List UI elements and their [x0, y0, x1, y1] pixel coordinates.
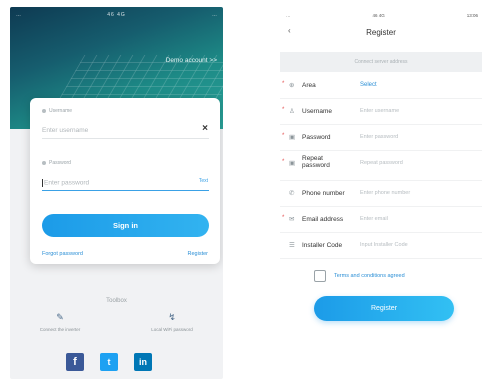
form-row-email[interactable]: * ✉ Email address Enter email	[280, 207, 482, 233]
tool-label: Local WiFi password	[151, 327, 193, 332]
username-input[interactable]: Enter username	[42, 125, 209, 139]
page-title: Register	[366, 28, 396, 37]
tool-connect-inverter[interactable]: ✎ Connect the inverter	[20, 312, 100, 332]
phone-icon: ✆	[289, 190, 295, 197]
toolbox-title: Toolbox	[106, 298, 127, 304]
row-label: Username	[302, 108, 332, 115]
lock-icon	[42, 161, 46, 165]
signal-indicator: 46 4G	[107, 12, 126, 18]
signal-indicator: 46 4G	[372, 12, 385, 18]
status-left: …	[16, 12, 21, 18]
lock-icon: ▣	[289, 134, 296, 141]
user-icon	[42, 109, 46, 113]
status-clock: 13:06	[466, 12, 478, 18]
top-bar: ‹ Register	[280, 24, 482, 42]
row-label: Installer Code	[302, 242, 343, 249]
connect-icon: ✎	[56, 312, 64, 322]
row-label: Area	[302, 82, 316, 89]
username-field[interactable]: Enter username	[360, 108, 399, 114]
register-button[interactable]: Register	[314, 296, 454, 321]
form-row-username[interactable]: * ♙ Username Enter username	[280, 99, 482, 125]
required-marker: *	[282, 133, 285, 139]
status-left: …	[286, 12, 291, 18]
form-row-area[interactable]: * ⊕ Area Select	[280, 73, 482, 99]
globe-icon: ⊕	[289, 82, 295, 89]
phone-field[interactable]: Enter phone number	[360, 190, 410, 196]
demo-account-link[interactable]: Demo account >>	[166, 57, 217, 64]
form-row-repeat-password[interactable]: * ▣ Repeat password Repeat password	[280, 151, 482, 181]
terms-checkbox[interactable]	[314, 270, 326, 282]
code-icon: ☰	[289, 242, 295, 249]
form-row-phone[interactable]: ✆ Phone number Enter phone number	[280, 181, 482, 207]
repeat-password-field[interactable]: Repeat password	[360, 160, 403, 166]
screenshot-frame: … 46 4G … Demo account >> Username Enter…	[0, 0, 484, 381]
row-label: Password	[302, 134, 331, 141]
mail-icon: ✉	[289, 216, 295, 223]
email-field[interactable]: Enter email	[360, 216, 388, 222]
required-marker: *	[282, 215, 285, 221]
linkedin-icon[interactable]: in	[134, 353, 152, 371]
terms-link[interactable]: Terms and conditions agreed	[334, 273, 405, 279]
password-label-text: Password	[49, 160, 71, 166]
required-marker: *	[282, 81, 285, 87]
status-bar: … 46 4G 13:06	[286, 10, 478, 20]
required-marker: *	[282, 107, 285, 113]
username-label: Username	[42, 108, 72, 114]
tool-wifi-password[interactable]: ↯ Local WiFi password	[132, 312, 212, 332]
twitter-icon[interactable]: t	[100, 353, 118, 371]
sign-in-button[interactable]: Sign in	[42, 214, 209, 237]
register-link[interactable]: Register	[188, 251, 208, 257]
status-bar: … 46 4G …	[16, 10, 217, 20]
required-marker: *	[282, 159, 285, 165]
server-address-banner[interactable]: Connect server address	[280, 52, 482, 72]
row-label: Phone number	[302, 190, 345, 197]
status-right: …	[212, 12, 217, 18]
user-icon: ♙	[289, 108, 295, 115]
row-label: Repeat password	[302, 155, 330, 169]
facebook-icon[interactable]: f	[66, 353, 84, 371]
username-label-text: Username	[49, 108, 73, 114]
installer-code-field[interactable]: Input Installer Code	[360, 242, 408, 248]
password-input[interactable]: Enter password	[42, 177, 209, 191]
wifi-icon: ↯	[168, 312, 176, 322]
social-links: f t in	[66, 353, 152, 371]
clear-icon[interactable]: ×	[202, 123, 208, 134]
lock-icon: ▣	[289, 160, 296, 167]
password-label: Password	[42, 160, 71, 166]
text-cursor	[42, 179, 43, 187]
login-card: Username Enter username × Password Enter…	[30, 98, 220, 264]
show-password-toggle[interactable]: Text	[199, 178, 208, 184]
login-screen: … 46 4G … Demo account >> Username Enter…	[10, 7, 223, 379]
row-label: Email address	[302, 216, 344, 223]
register-screen: … 46 4G 13:06 ‹ Register Connect server …	[280, 7, 482, 379]
form-row-password[interactable]: * ▣ Password Enter password	[280, 125, 482, 151]
form-row-installer-code[interactable]: ☰ Installer Code Input Installer Code	[280, 233, 482, 259]
forgot-password-link[interactable]: Forgot password	[42, 251, 83, 257]
terms-row: Terms and conditions agreed	[314, 270, 405, 282]
password-placeholder: Enter password	[44, 179, 90, 187]
tool-label: Connect the inverter	[39, 327, 81, 332]
password-field[interactable]: Enter password	[360, 134, 398, 140]
area-select[interactable]: Select	[360, 82, 377, 88]
